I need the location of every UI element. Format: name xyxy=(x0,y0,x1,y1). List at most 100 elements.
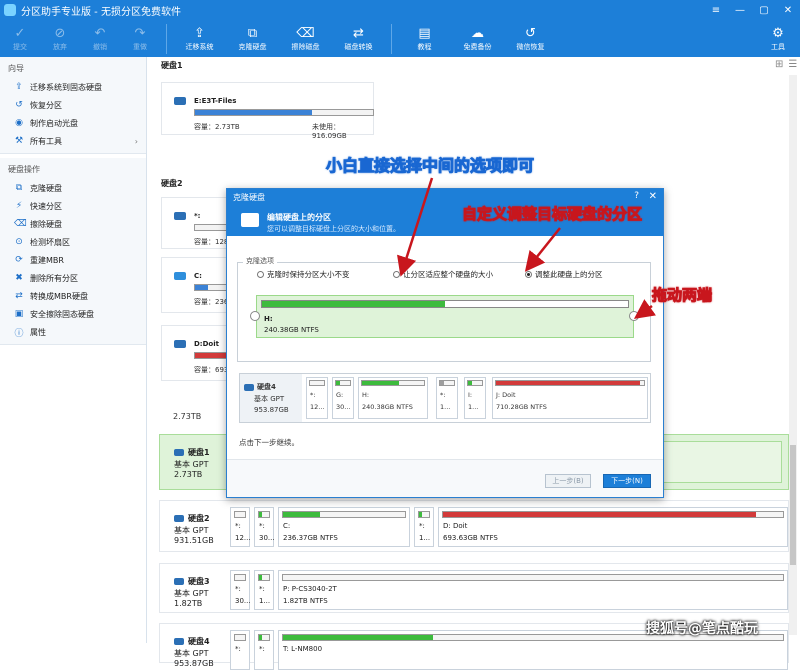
toolbar-button-9[interactable]: ☁ 免费备份 xyxy=(451,20,504,57)
sidebar-item-disk_items-2[interactable]: ⌫ 擦除硬盘 xyxy=(0,215,146,233)
partition-box[interactable]: C: 236.37GB NTFS xyxy=(278,507,410,547)
disk1-partition-card[interactable]: E:E3T-Files 容量：2.73TB 未使用：916.09GB xyxy=(161,82,374,140)
help-icon[interactable]: ? xyxy=(634,191,639,201)
partition-box[interactable]: *: 1... xyxy=(414,507,434,547)
undo-icon: ↶ xyxy=(94,25,106,41)
sidebar-item-disk_items-8[interactable]: ⓘ 属性 xyxy=(0,323,146,341)
sidebar-item-label: 检测坏扇区 xyxy=(30,237,70,247)
radio-icon[interactable] xyxy=(525,271,532,278)
partition-box[interactable]: D: Doit 693.63GB NTFS xyxy=(438,507,788,547)
target-partition[interactable]: J: Doit 710.28GB NTFS xyxy=(492,377,648,419)
sidebar-item-disk_items-1[interactable]: ⚡ 快速分区 xyxy=(0,197,146,215)
sidebar-item-wizard_items-3[interactable]: ⚒ 所有工具 › xyxy=(0,132,146,150)
toolbar-button-8[interactable]: ▤ 教程 xyxy=(398,20,451,57)
title-bar: 分区助手专业版 - 无损分区免费软件 ≡ — ▢ ✕ xyxy=(0,0,800,20)
toolbar-label: 磁盘转换 xyxy=(344,43,373,51)
next-button[interactable]: 下一步(N) xyxy=(603,474,651,488)
option-label: 调整此硬盘上的分区 xyxy=(535,270,603,279)
partition-box[interactable]: P: P-CS3040-2T 1.82TB NTFS xyxy=(278,570,788,610)
partition-box[interactable]: *: 30... xyxy=(254,507,275,547)
disk-name: 硬盘3 xyxy=(188,577,210,586)
sidebar-item-disk_items-5[interactable]: ✖ 删除所有分区 xyxy=(0,269,146,287)
prev-button[interactable]: 上一步(B) xyxy=(545,474,591,488)
disk-row-2[interactable]: 硬盘2 基本 GPT 931.51GB *: 12... *: 30... C: 236.37G… xyxy=(159,500,789,552)
recover-icon: ↺ xyxy=(525,25,536,41)
close-button[interactable]: ✕ xyxy=(776,0,800,20)
partition-size: 240.38GB NTFS xyxy=(264,326,319,334)
sidebar-item-label: 转换成MBR硬盘 xyxy=(30,291,88,301)
option-adjust-partitions[interactable]: 调整此硬盘上的分区 xyxy=(525,269,603,280)
toolbar-button-7[interactable]: ⇄ 磁盘转换 xyxy=(332,20,385,57)
partition-usage-bar xyxy=(361,380,425,386)
minimize-button[interactable]: — xyxy=(728,0,752,20)
disk-row-3[interactable]: 硬盘3 基本 GPT 1.82TB *: 30... *: 1... P: P-CS3040-… xyxy=(159,563,789,613)
disk-icon xyxy=(174,340,186,348)
usage-bar xyxy=(194,109,374,116)
banner-subtitle: 您可以调整目标硬盘上分区的大小和位置。 xyxy=(267,225,400,233)
resize-handle-left[interactable] xyxy=(250,311,260,321)
partition-box[interactable]: *: xyxy=(230,630,250,670)
dialog-close-icon[interactable]: ✕ xyxy=(649,191,657,202)
partition-label: *: xyxy=(310,391,316,399)
target-partition[interactable]: G: 30... xyxy=(332,377,354,419)
resize-handle-right[interactable] xyxy=(629,311,639,321)
list-view-icon[interactable]: ☰ xyxy=(788,59,797,70)
target-partition[interactable]: *: 1... xyxy=(436,377,458,419)
toolbar-button-1[interactable]: ⊘ 放弃 xyxy=(40,20,80,57)
disk2-part-card-1[interactable]: *: 容量：128 xyxy=(161,197,234,249)
partition-name: E:E3T-Files xyxy=(194,97,237,105)
windows-icon xyxy=(174,272,186,280)
partition-box[interactable]: *: 12... xyxy=(230,507,251,547)
partition-box[interactable]: *: 30... xyxy=(230,570,251,610)
toolbar-button-3[interactable]: ↷ 重做 xyxy=(120,20,160,57)
partition-size: 12... xyxy=(310,403,325,411)
toolbar-button-4[interactable]: ⇪ 迁移系统 xyxy=(173,20,226,57)
rebuild-icon: ⟳ xyxy=(15,255,23,265)
target-partition[interactable]: H: 240.38GB NTFS xyxy=(358,377,428,419)
partition-usage-bar xyxy=(282,574,784,581)
toolbar-button-5[interactable]: ⧉ 克隆硬盘 xyxy=(226,20,279,57)
tools-button[interactable]: ⚙ 工具 xyxy=(758,20,798,57)
partition-box[interactable]: *: 1... xyxy=(254,570,274,610)
toolbar-button-2[interactable]: ↶ 撤销 xyxy=(80,20,120,57)
sidebar-item-disk_items-6[interactable]: ⇄ 转换成MBR硬盘 xyxy=(0,287,146,305)
radio-icon[interactable] xyxy=(257,271,264,278)
toolbar-button-10[interactable]: ↺ 微信恢复 xyxy=(504,20,557,57)
disk2-part-card-3[interactable]: D:Doit 容量：693 xyxy=(161,325,234,381)
menu-icon[interactable]: ≡ xyxy=(704,0,728,20)
disk-type: 基本 GPT xyxy=(174,649,209,658)
partition-box[interactable]: *: xyxy=(254,630,274,670)
sidebar-item-wizard_items-1[interactable]: ↺ 恢复分区 xyxy=(0,96,146,114)
toolbar-label: 重做 xyxy=(133,43,147,51)
option-keep-size[interactable]: 克隆时保持分区大小不变 xyxy=(257,269,350,280)
sidebar-item-disk_items-0[interactable]: ⧉ 克隆硬盘 xyxy=(0,179,146,197)
sidebar-item-disk_items-4[interactable]: ⟳ 重建MBR xyxy=(0,251,146,269)
target-partition[interactable]: *: 12... xyxy=(306,377,328,419)
partition-usage-bar xyxy=(418,511,430,518)
scrollbar-thumb[interactable] xyxy=(790,445,796,565)
delete-icon: ✖ xyxy=(15,273,23,283)
sidebar: 向导 ⇪ 迁移系统到固态硬盘 ↺ 恢复分区 ◉ 制作启动光盘 ⚒ 所有工具 › 硬盘操作 ⧉ 克隆… xyxy=(0,57,147,643)
grid-view-icon[interactable]: ⊞ xyxy=(775,59,783,70)
disk-icon xyxy=(174,449,184,456)
toolbar-separator xyxy=(166,24,167,54)
option-fit-disk[interactable]: 让分区适应整个硬盘的大小 xyxy=(393,269,493,280)
sidebar-item-wizard_items-2[interactable]: ◉ 制作启动光盘 xyxy=(0,114,146,132)
disk-icon xyxy=(174,97,186,105)
maximize-button[interactable]: ▢ xyxy=(752,0,776,20)
toolbar-button-0[interactable]: ✓ 提交 xyxy=(0,20,40,57)
partition-label: *: xyxy=(235,522,241,530)
editable-partition[interactable]: H: 240.38GB NTFS xyxy=(256,295,634,338)
sidebar-item-disk_items-7[interactable]: ▣ 安全擦除固态硬盘 xyxy=(0,305,146,323)
disk2-header: 硬盘2 xyxy=(161,179,183,188)
toolbar-button-6[interactable]: ⌫ 擦除磁盘 xyxy=(279,20,332,57)
disk-ops-title: 硬盘操作 xyxy=(8,165,40,174)
sidebar-item-disk_items-3[interactable]: ⊙ 检测坏扇区 xyxy=(0,233,146,251)
radio-icon[interactable] xyxy=(393,271,400,278)
target-partition[interactable]: I: 1... xyxy=(464,377,486,419)
scrollbar[interactable] xyxy=(789,75,797,635)
disk2-part-card-2[interactable]: C: 容量：236 xyxy=(161,257,234,313)
sidebar-item-wizard_items-0[interactable]: ⇪ 迁移系统到固态硬盘 xyxy=(0,78,146,96)
partition-usage-bar xyxy=(439,380,455,386)
partition-name: D:Doit xyxy=(194,340,219,348)
